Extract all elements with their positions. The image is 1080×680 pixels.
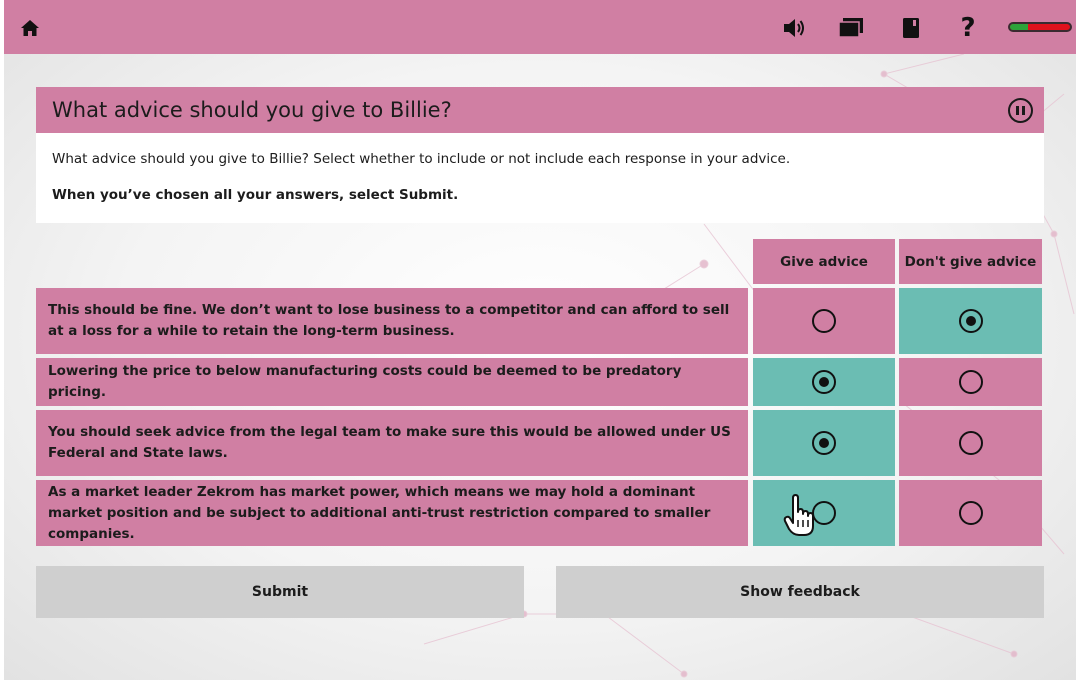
submit-button[interactable]: Submit	[36, 566, 524, 618]
radio-selected-dot	[965, 316, 976, 326]
statement-1: This should be fine. We don’t want to lo…	[36, 288, 748, 354]
statement-2: Lowering the price to below manufacturin…	[36, 358, 748, 406]
book-icon[interactable]	[897, 14, 925, 42]
statement-4: As a market leader Zekrom has market pow…	[36, 480, 748, 546]
progress-battery	[1008, 22, 1072, 32]
show-feedback-button[interactable]: Show feedback	[556, 566, 1044, 618]
radio-circle[interactable]	[958, 309, 983, 333]
question-header: What advice should you give to Billie?	[36, 87, 1044, 133]
radio-dont-give-advice-4[interactable]	[899, 480, 1042, 546]
question-card: What advice should you give to Billie? W…	[36, 87, 1044, 223]
statement-3: You should seek advice from the legal te…	[36, 410, 748, 476]
column-header-give-advice: Give advice	[753, 239, 895, 284]
radio-give-advice-4[interactable]	[753, 480, 895, 546]
column-header-dont-give-advice: Don't give advice	[899, 239, 1042, 284]
instruction-bold-text: When you’ve chosen all your answers, sel…	[52, 187, 459, 203]
speaker-icon[interactable]	[780, 14, 808, 42]
radio-circle[interactable]	[958, 501, 983, 525]
folders-icon[interactable]	[837, 14, 865, 42]
question-title: What advice should you give to Billie?	[52, 98, 452, 122]
top-toolbar: ?	[4, 0, 1076, 54]
radio-dont-give-advice-2[interactable]	[899, 358, 1042, 406]
hand-cursor-icon	[783, 494, 817, 538]
radio-circle[interactable]	[958, 431, 983, 455]
pause-icon[interactable]	[1008, 98, 1033, 123]
home-icon[interactable]	[16, 14, 44, 42]
radio-circle[interactable]	[812, 370, 836, 394]
radio-selected-dot	[819, 438, 829, 448]
radio-selected-dot	[819, 377, 829, 387]
radio-give-advice-2[interactable]	[753, 358, 895, 406]
radio-dont-give-advice-3[interactable]	[899, 410, 1042, 476]
radio-circle[interactable]	[958, 370, 983, 394]
help-icon[interactable]: ?	[954, 13, 982, 43]
radio-circle[interactable]	[812, 431, 836, 455]
progress-battery-fill	[1010, 24, 1028, 30]
radio-give-advice-3[interactable]	[753, 410, 895, 476]
radio-dont-give-advice-1[interactable]	[899, 288, 1042, 354]
radio-circle[interactable]	[812, 309, 836, 333]
radio-give-advice-1[interactable]	[753, 288, 895, 354]
question-body: What advice should you give to Billie? S…	[36, 133, 1044, 223]
instruction-text: What advice should you give to Billie? S…	[52, 151, 791, 167]
